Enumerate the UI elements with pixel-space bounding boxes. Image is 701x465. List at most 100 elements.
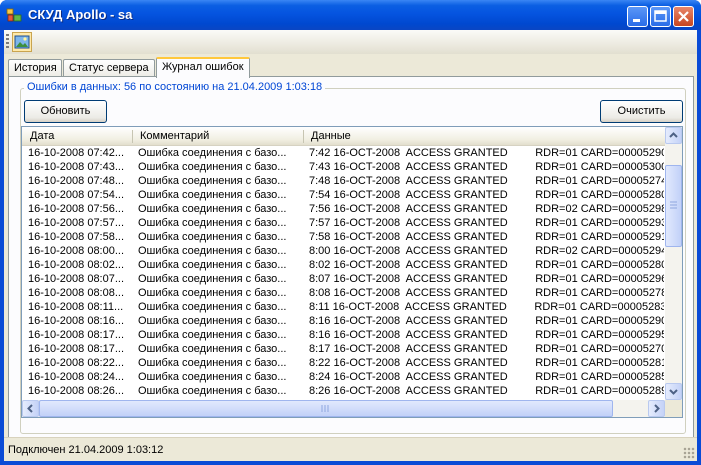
cell-date: 16-10-2008 08:02... xyxy=(28,259,125,271)
cell-comment: Ошибка соединения с базо... xyxy=(138,147,287,159)
table-row[interactable]: 16-10-2008 08:00... Ошибка соединения с б… xyxy=(22,244,665,258)
table-row[interactable]: 16-10-2008 08:26... Ошибка соединения с б… xyxy=(22,384,665,398)
cell-data: 8:11 16-OCT-2008 ACCESS GRANTED RDR=01 C… xyxy=(309,301,664,313)
window-title: СКУД Apollo - sa xyxy=(28,7,133,22)
cell-comment: Ошибка соединения с базо... xyxy=(138,231,287,243)
tab-label: Журнал ошибок xyxy=(162,61,244,73)
vertical-scrollbar[interactable] xyxy=(665,127,682,400)
scroll-up-button[interactable] xyxy=(665,127,682,144)
table-row[interactable]: 16-10-2008 07:57... Ошибка соединения с б… xyxy=(22,216,665,230)
table-row[interactable]: 16-10-2008 07:58... Ошибка соединения с б… xyxy=(22,230,665,244)
table-row[interactable]: 16-10-2008 08:07... Ошибка соединения с б… xyxy=(22,272,665,286)
minimize-icon xyxy=(633,19,640,22)
table-row[interactable]: 16-10-2008 08:11... Ошибка соединения с б… xyxy=(22,300,665,314)
column-header-data[interactable]: Данные xyxy=(311,130,351,142)
table-row[interactable]: 16-10-2008 07:42... Ошибка соединения с б… xyxy=(22,146,665,160)
cell-data: 8:16 16-OCT-2008 ACCESS GRANTED RDR=01 C… xyxy=(309,315,664,327)
cell-comment: Ошибка соединения с базо... xyxy=(138,273,287,285)
cell-data: 8:26 16-OCT-2008 ACCESS GRANTED RDR=01 C… xyxy=(309,385,664,397)
column-header-comment[interactable]: Комментарий xyxy=(140,130,209,142)
cell-data: 8:02 16-OCT-2008 ACCESS GRANTED RDR=01 C… xyxy=(309,259,664,271)
table-row[interactable]: 16-10-2008 08:22... Ошибка соединения с б… xyxy=(22,356,665,370)
table-row[interactable]: 16-10-2008 08:08... Ошибка соединения с б… xyxy=(22,286,665,300)
cell-comment: Ошибка соединения с базо... xyxy=(138,175,287,187)
cell-comment: Ошибка соединения с базо... xyxy=(138,371,287,383)
chevron-right-icon xyxy=(654,404,660,413)
tab-strip: История Статус сервера Журнал ошибок xyxy=(8,57,308,78)
maximize-button[interactable] xyxy=(650,6,671,27)
cell-data: 7:57 16-OCT-2008 ACCESS GRANTED RDR=01 C… xyxy=(309,217,664,229)
cell-date: 16-10-2008 08:22... xyxy=(28,357,125,369)
cell-comment: Ошибка соединения с базо... xyxy=(138,161,287,173)
cell-date: 16-10-2008 07:43... xyxy=(28,161,125,173)
minimize-button[interactable] xyxy=(627,6,648,27)
horizontal-scroll-thumb[interactable] xyxy=(39,400,613,417)
cell-date: 16-10-2008 08:07... xyxy=(28,273,125,285)
cell-date: 16-10-2008 08:26... xyxy=(28,385,125,397)
cell-date: 16-10-2008 07:48... xyxy=(28,175,125,187)
cell-comment: Ошибка соединения с базо... xyxy=(138,259,287,271)
cell-date: 16-10-2008 08:17... xyxy=(28,329,125,341)
maximize-icon xyxy=(654,10,667,22)
resize-grip[interactable] xyxy=(683,447,695,459)
cell-date: 16-10-2008 08:24... xyxy=(28,371,125,383)
cell-comment: Ошибка соединения с базо... xyxy=(138,329,287,341)
grip-lines-icon xyxy=(670,201,677,209)
cell-date: 16-10-2008 08:17... xyxy=(28,343,125,355)
cell-comment: Ошибка соединения с базо... xyxy=(138,245,287,257)
list-body: 16-10-2008 07:42... Ошибка соединения с б… xyxy=(22,146,665,398)
scroll-down-button[interactable] xyxy=(665,383,682,400)
status-text: Подключен 21.04.2009 1:03:12 xyxy=(8,444,164,456)
scrollbar-corner xyxy=(665,400,682,417)
refresh-button[interactable]: Обновить xyxy=(24,100,107,123)
tab-history[interactable]: История xyxy=(8,59,62,77)
table-row[interactable]: 16-10-2008 08:24... Ошибка соединения с б… xyxy=(22,370,665,384)
cell-comment: Ошибка соединения с базо... xyxy=(138,343,287,355)
chevron-up-icon xyxy=(669,132,678,138)
table-row[interactable]: 16-10-2008 08:02... Ошибка соединения с б… xyxy=(22,258,665,272)
scroll-right-button[interactable] xyxy=(648,400,665,417)
table-row[interactable]: 16-10-2008 07:43... Ошибка соединения с б… xyxy=(22,160,665,174)
table-row[interactable]: 16-10-2008 07:48... Ошибка соединения с б… xyxy=(22,174,665,188)
cell-date: 16-10-2008 07:56... xyxy=(28,203,125,215)
column-separator[interactable] xyxy=(303,130,304,143)
column-separator[interactable] xyxy=(132,130,133,143)
toolbar-grip[interactable] xyxy=(6,34,9,50)
table-row[interactable]: 16-10-2008 07:56... Ошибка соединения с б… xyxy=(22,202,665,216)
close-icon xyxy=(678,11,689,22)
column-header-date[interactable]: Дата xyxy=(30,130,54,142)
cell-date: 16-10-2008 08:11... xyxy=(28,301,124,313)
cell-data: 8:22 16-OCT-2008 ACCESS GRANTED RDR=01 C… xyxy=(309,357,664,369)
cell-data: 7:43 16-OCT-2008 ACCESS GRANTED RDR=01 C… xyxy=(309,161,664,173)
vertical-scroll-thumb[interactable] xyxy=(665,165,682,247)
cell-data: 7:48 16-OCT-2008 ACCESS GRANTED RDR=01 C… xyxy=(309,175,664,187)
tab-error-log[interactable]: Журнал ошибок xyxy=(156,57,250,78)
table-row[interactable]: 16-10-2008 08:16... Ошибка соединения с б… xyxy=(22,314,665,328)
cell-date: 16-10-2008 08:16... xyxy=(28,315,125,327)
cell-date: 16-10-2008 08:00... xyxy=(28,245,125,257)
toolbar xyxy=(4,30,697,54)
cell-comment: Ошибка соединения с базо... xyxy=(138,217,287,229)
close-button[interactable] xyxy=(673,6,694,27)
toolbar-picture-button[interactable] xyxy=(12,32,32,52)
table-row[interactable]: 16-10-2008 07:54... Ошибка соединения с б… xyxy=(22,188,665,202)
app-icon xyxy=(6,8,22,22)
tab-server-status[interactable]: Статус сервера xyxy=(63,59,155,77)
table-row[interactable]: 16-10-2008 08:17... Ошибка соединения с б… xyxy=(22,342,665,356)
horizontal-scrollbar[interactable] xyxy=(22,400,665,417)
chevron-down-icon xyxy=(669,389,678,395)
cell-data: 7:42 16-OCT-2008 ACCESS GRANTED RDR=01 C… xyxy=(309,147,664,159)
cell-data: 8:17 16-OCT-2008 ACCESS GRANTED RDR=01 C… xyxy=(309,343,664,355)
scroll-left-button[interactable] xyxy=(22,400,39,417)
cell-comment: Ошибка соединения с базо... xyxy=(138,385,287,397)
cell-comment: Ошибка соединения с базо... xyxy=(138,287,287,299)
cell-comment: Ошибка соединения с базо... xyxy=(138,301,287,313)
title-bar[interactable]: СКУД Apollo - sa xyxy=(0,0,701,30)
status-bar: Подключен 21.04.2009 1:03:12 xyxy=(4,437,697,461)
table-row[interactable]: 16-10-2008 08:17... Ошибка соединения с б… xyxy=(22,328,665,342)
error-list[interactable]: Дата Комментарий Данные 16-10-2008 07:42… xyxy=(21,126,683,418)
cell-date: 16-10-2008 07:42... xyxy=(28,147,125,159)
clear-button[interactable]: Очистить xyxy=(600,100,683,123)
window-client: История Статус сервера Журнал ошибок Оши… xyxy=(4,30,697,461)
cell-data: 7:58 16-OCT-2008 ACCESS GRANTED RDR=01 C… xyxy=(309,231,664,243)
